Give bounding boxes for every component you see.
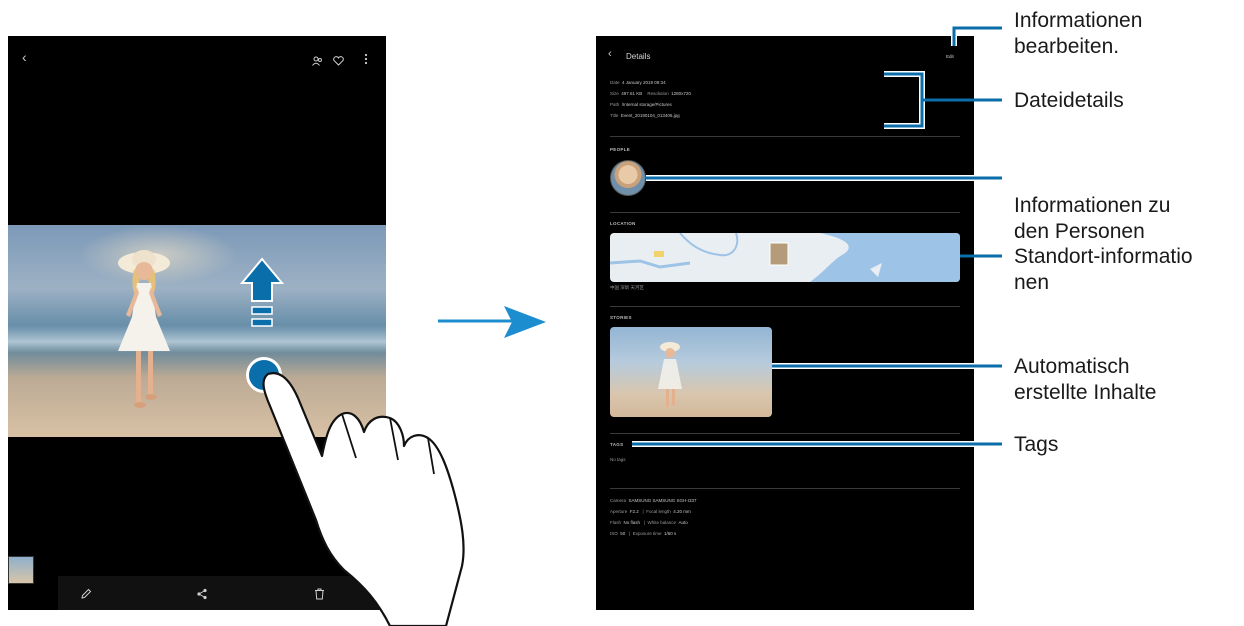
callout-people-info: Informationen zu den Personen — [1014, 194, 1171, 243]
callout-file-details: Dateidetails — [1014, 89, 1124, 112]
callout-tags: Tags — [1014, 433, 1059, 456]
callout-location-info: Standort-informatio nen — [1014, 245, 1193, 294]
callout-stories-info: Automatisch erstellte Inhalte — [1014, 355, 1157, 404]
callout-edit-info: Informationen bearbeiten. — [1014, 9, 1143, 58]
